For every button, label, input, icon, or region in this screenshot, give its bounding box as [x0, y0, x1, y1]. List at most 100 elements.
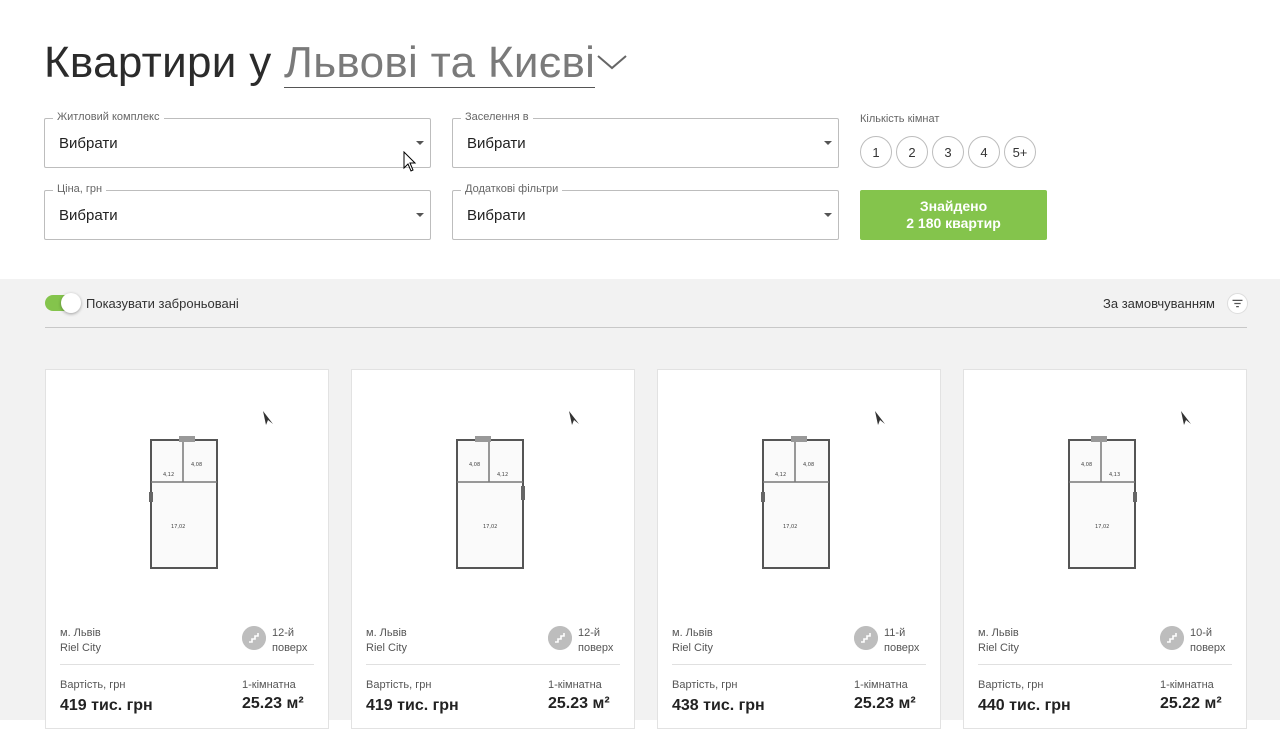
settle-select[interactable]: Заселення в Вибрати: [452, 111, 839, 168]
stairs-icon: [854, 626, 878, 650]
card-city: м. Львів: [978, 627, 1019, 639]
card-price-label: Вартість, грн: [978, 679, 1044, 691]
stairs-icon: [548, 626, 572, 650]
svg-text:4,12: 4,12: [775, 472, 786, 478]
svg-text:17,02: 17,02: [783, 524, 797, 530]
floor-plan-image: 4,08 4,13 17,02: [1068, 436, 1137, 569]
card-floor-word: поверх: [578, 642, 614, 654]
settle-value: Вибрати: [467, 135, 526, 152]
room-button-5plus[interactable]: 5+: [1004, 136, 1036, 168]
svg-text:4,08: 4,08: [469, 462, 480, 468]
price-select[interactable]: Ціна, грн Вибрати: [44, 183, 431, 240]
card-divider: [978, 664, 1232, 665]
card-floor-word: поверх: [272, 642, 308, 654]
found-line2: 2 180 квартир: [906, 215, 1001, 231]
card-floor-word: поверх: [1190, 642, 1226, 654]
card-area: 25.23 м²: [242, 695, 304, 712]
price-value: Вибрати: [59, 207, 118, 224]
svg-text:4,13: 4,13: [1109, 472, 1120, 478]
floor-plan-image: 4,08 4,12 17,02: [761, 436, 830, 569]
card-price-label: Вартість, грн: [60, 679, 126, 691]
card-price-label: Вартість, грн: [672, 679, 738, 691]
show-reserved-label: Показувати заброньовані: [86, 296, 239, 311]
card-city: м. Львів: [672, 627, 713, 639]
sort-label[interactable]: За замовчуванням: [1103, 296, 1215, 311]
settle-label: Заселення в: [461, 111, 533, 123]
svg-text:4,12: 4,12: [163, 472, 174, 478]
card-floor-word: поверх: [884, 642, 920, 654]
caret-down-icon: [824, 213, 832, 217]
svg-text:4,08: 4,08: [803, 462, 814, 468]
caret-down-icon: [824, 141, 832, 145]
svg-text:4,12: 4,12: [497, 472, 508, 478]
card-rooms: 1-кімнатна: [548, 679, 602, 691]
extra-filters-label: Додаткові фільтри: [461, 183, 563, 195]
found-line1: Знайдено: [919, 198, 988, 214]
chevron-down-icon[interactable]: [596, 52, 628, 72]
room-button-2[interactable]: 2: [896, 136, 928, 168]
found-button[interactable]: Знайдено 2 180 квартир: [860, 190, 1047, 240]
complex-value: Вибрати: [59, 135, 118, 152]
apartment-card[interactable]: 4,08 4,12 17,02 м. Львів Riel City 12-й …: [45, 369, 329, 729]
card-floor: 12-й: [272, 627, 295, 639]
card-floor: 10-й: [1190, 627, 1213, 639]
card-price: 419 тис. грн: [60, 697, 153, 714]
svg-text:17,02: 17,02: [1095, 524, 1109, 530]
rooms-label: Кількість кімнат: [860, 113, 940, 125]
mouse-cursor-icon: [403, 151, 417, 172]
card-divider: [366, 664, 620, 665]
card-floor: 11-й: [884, 627, 906, 639]
card-rooms: 1-кімнатна: [854, 679, 908, 691]
card-area: 25.23 м²: [548, 695, 610, 712]
svg-text:17,02: 17,02: [483, 524, 497, 530]
filter-panel: Квартири у Львові та Києві Житловий комп…: [0, 0, 1280, 279]
svg-text:4,08: 4,08: [1081, 462, 1092, 468]
room-button-1[interactable]: 1: [860, 136, 892, 168]
compass-icon: [875, 411, 885, 425]
floor-plan-image: 4,08 4,12 17,02: [149, 436, 218, 569]
caret-down-icon: [416, 141, 424, 145]
price-label: Ціна, грн: [53, 183, 107, 195]
card-price: 419 тис. грн: [366, 697, 459, 714]
card-area: 25.23 м²: [854, 695, 916, 712]
card-floor: 12-й: [578, 627, 601, 639]
compass-icon: [569, 411, 579, 425]
svg-text:17,02: 17,02: [171, 524, 185, 530]
card-complex: Riel City: [60, 642, 101, 654]
room-button-3[interactable]: 3: [932, 136, 964, 168]
apartment-card[interactable]: 4,08 4,12 17,02 м. Львів Riel City 11-й …: [657, 369, 941, 729]
card-city: м. Львів: [60, 627, 101, 639]
card-city: м. Львів: [366, 627, 407, 639]
toggle-knob: [61, 293, 81, 313]
card-complex: Riel City: [978, 642, 1019, 654]
card-price: 438 тис. грн: [672, 697, 765, 714]
card-price: 440 тис. грн: [978, 697, 1071, 714]
card-area: 25.22 м²: [1160, 695, 1222, 712]
card-divider: [672, 664, 926, 665]
card-rooms: 1-кімнатна: [1160, 679, 1214, 691]
caret-down-icon: [416, 213, 424, 217]
compass-icon: [263, 411, 273, 425]
extra-filters-select[interactable]: Додаткові фільтри Вибрати: [452, 183, 839, 240]
svg-text:4,08: 4,08: [191, 462, 202, 468]
title-prefix: Квартири у: [44, 38, 272, 87]
floor-plan-image: 4,08 4,12 17,02: [456, 436, 525, 569]
page-title: Квартири у Львові та Києві: [44, 38, 596, 88]
card-complex: Riel City: [366, 642, 407, 654]
apartment-card[interactable]: 4,08 4,13 17,02 м. Львів Riel City 10-й …: [963, 369, 1247, 729]
card-divider: [60, 664, 314, 665]
city-selector[interactable]: Львові та Києві: [284, 38, 596, 88]
compass-icon: [1181, 411, 1191, 425]
list-divider: [45, 327, 1247, 328]
card-complex: Riel City: [672, 642, 713, 654]
room-button-4[interactable]: 4: [968, 136, 1000, 168]
complex-select[interactable]: Житловий комплекс Вибрати: [44, 111, 431, 168]
card-price-label: Вартість, грн: [366, 679, 432, 691]
stairs-icon: [242, 626, 266, 650]
sort-filter-icon[interactable]: [1227, 293, 1248, 314]
stairs-icon: [1160, 626, 1184, 650]
complex-label: Житловий комплекс: [53, 111, 164, 123]
card-rooms: 1-кімнатна: [242, 679, 296, 691]
show-reserved-toggle[interactable]: [45, 293, 81, 313]
apartment-card[interactable]: 4,08 4,12 17,02 м. Львів Riel City 12-й …: [351, 369, 635, 729]
